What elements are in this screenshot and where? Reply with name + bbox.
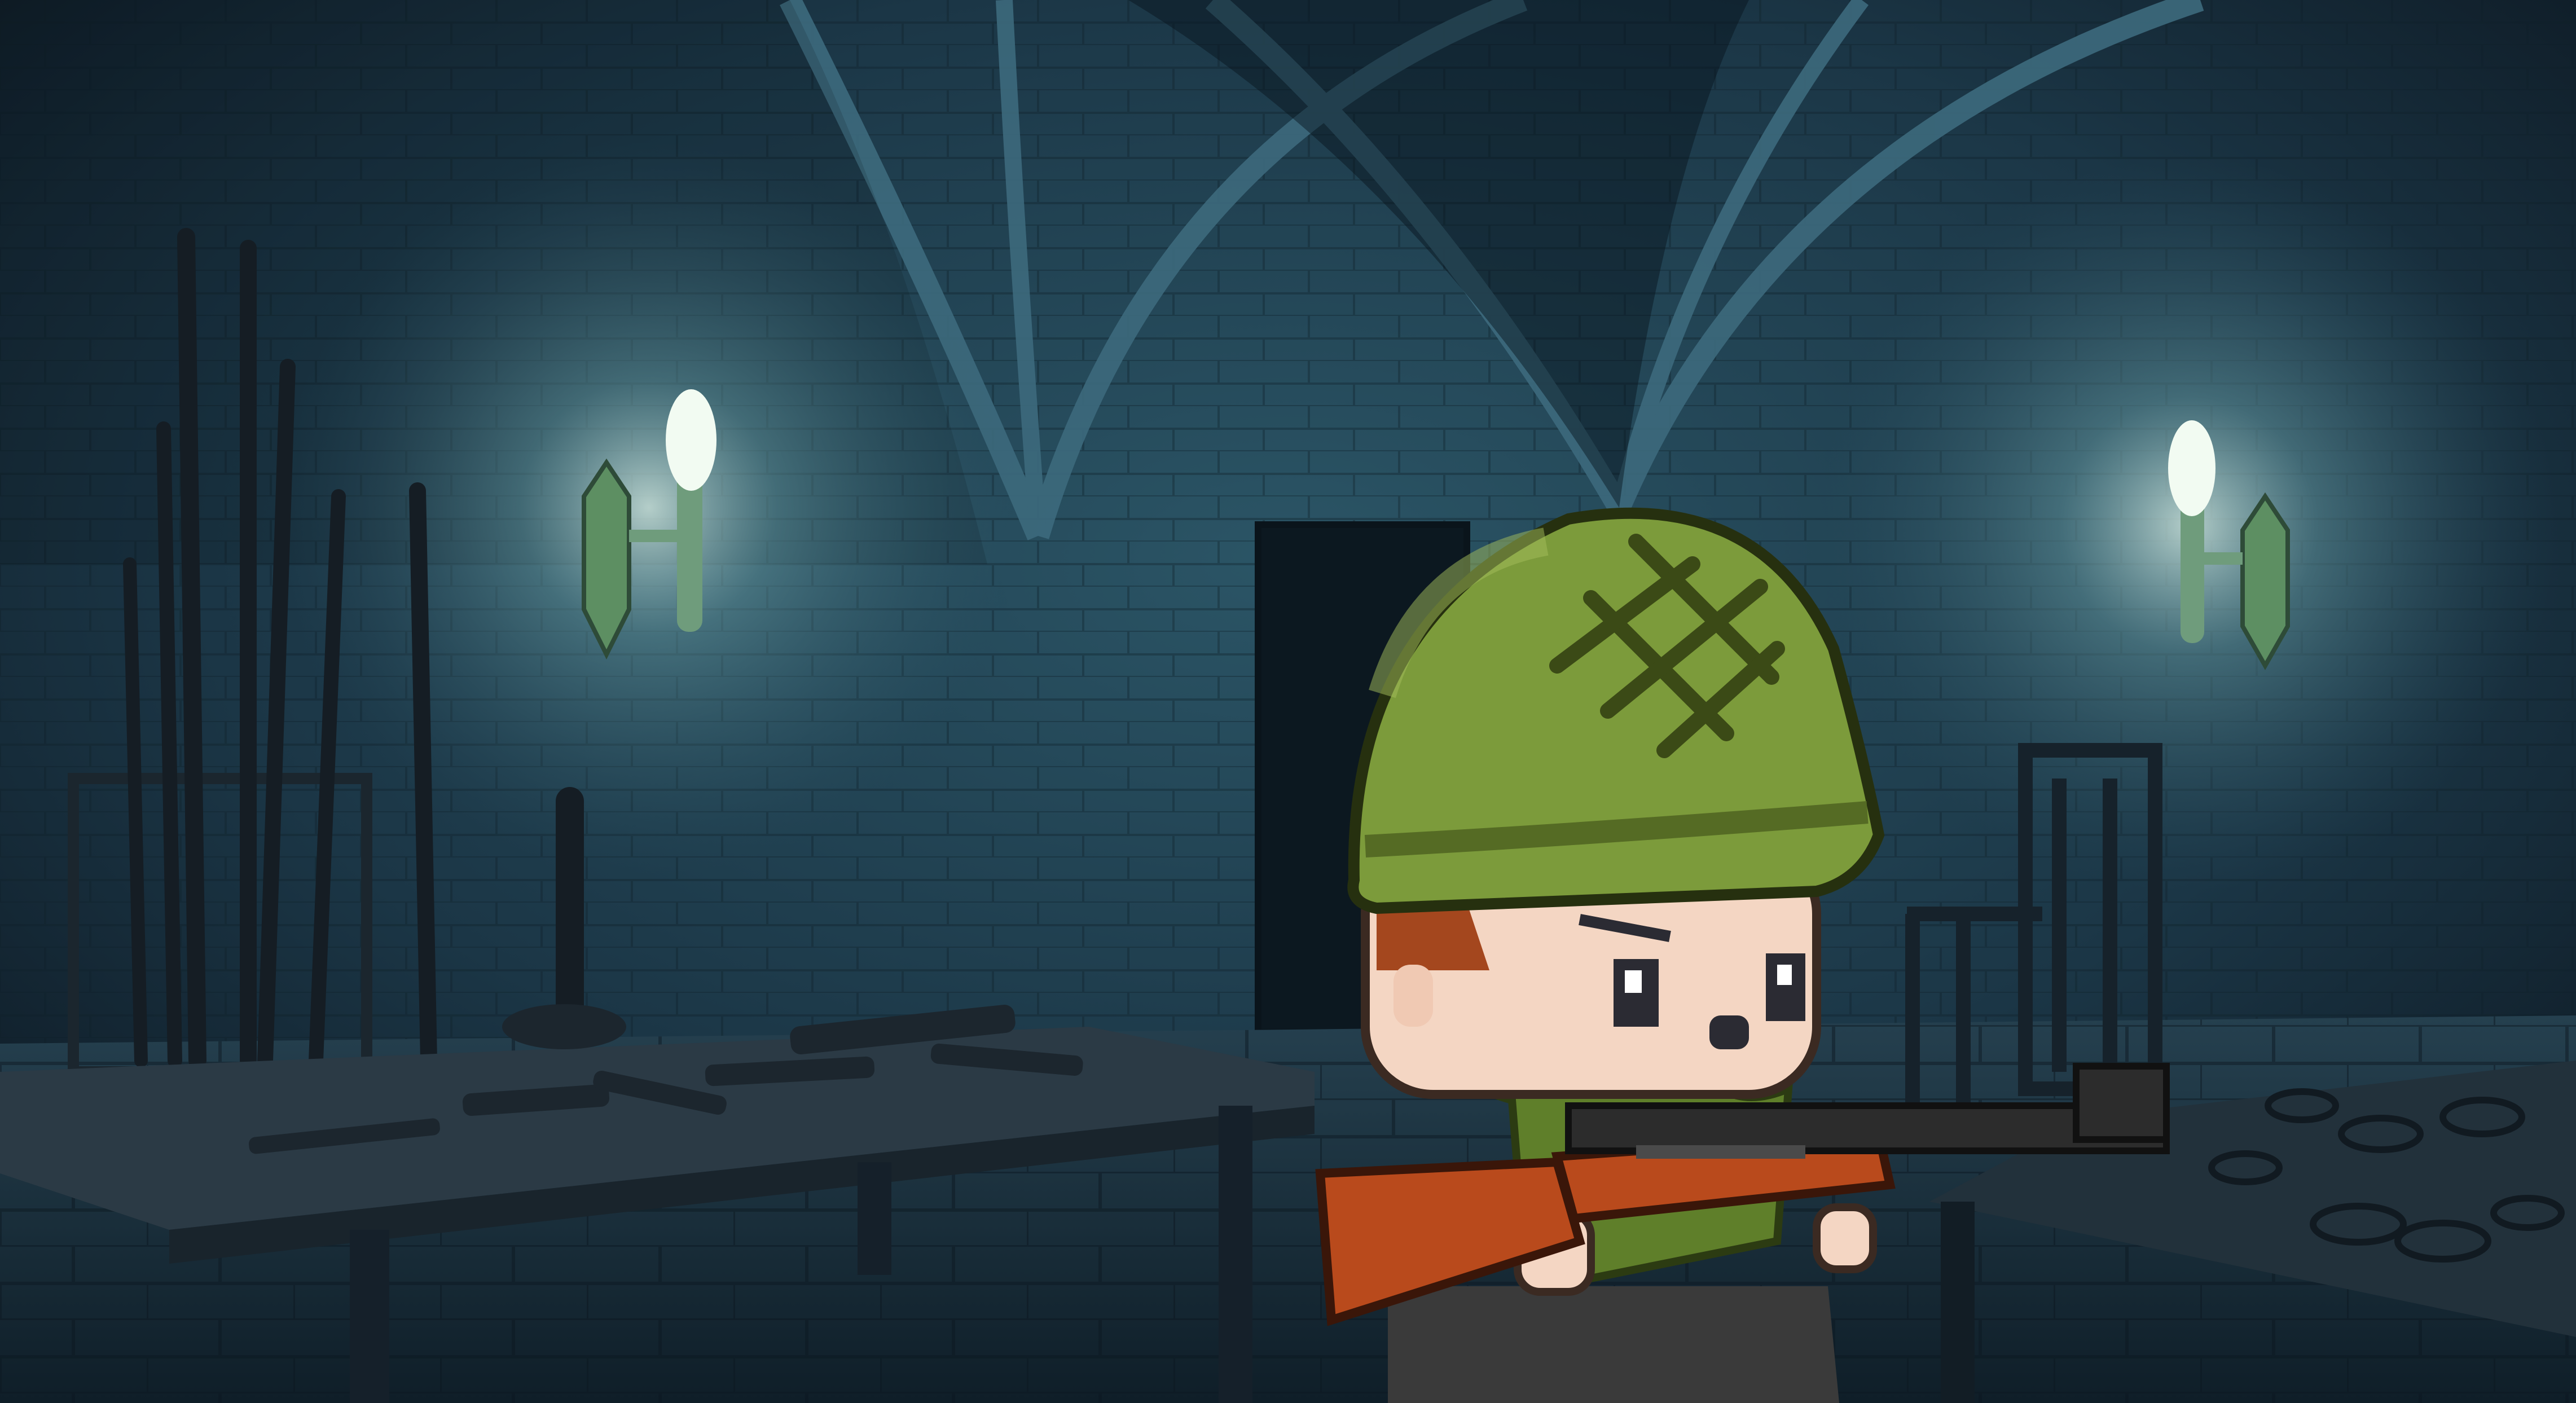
soldier-hand-right <box>1813 1203 1877 1273</box>
soldier-pants <box>1388 1286 1839 1403</box>
game-scene <box>0 0 2576 1403</box>
